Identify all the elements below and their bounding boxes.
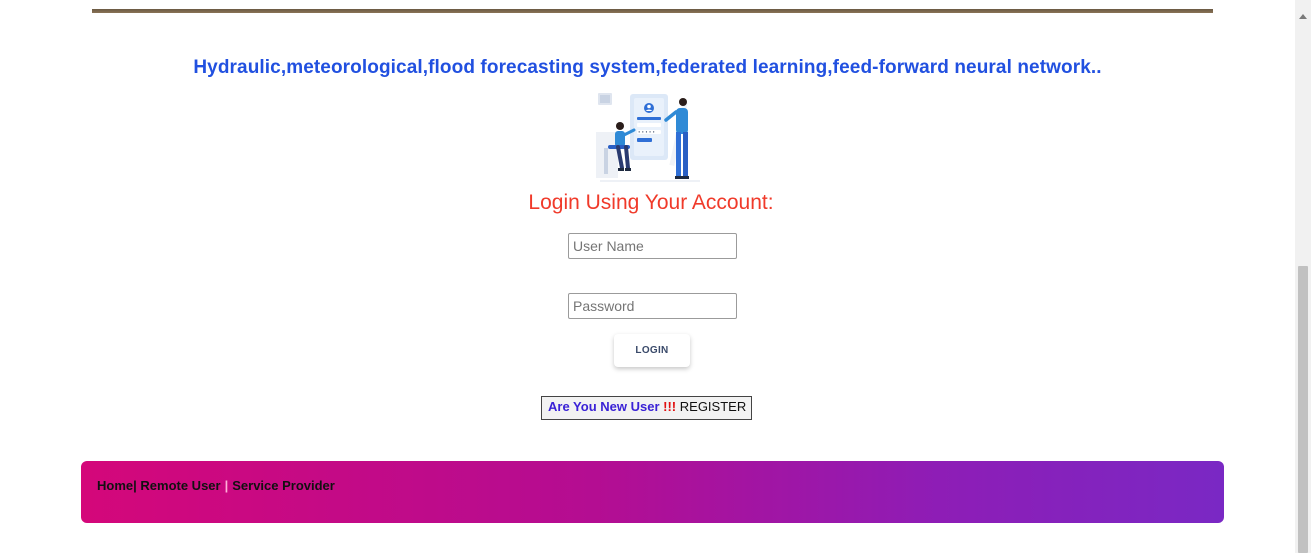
login-button[interactable]: LOGIN: [614, 334, 690, 367]
footer-nav: Home| Remote User | Service Provider: [81, 461, 1224, 523]
register-link[interactable]: REGISTER: [680, 399, 746, 414]
footer-separator: |: [224, 478, 229, 493]
top-banner-image-edge: [92, 0, 1213, 13]
scroll-up-arrow-icon[interactable]: [1299, 14, 1307, 19]
vertical-scrollbar[interactable]: [1295, 0, 1311, 553]
footer-link-home[interactable]: Home: [97, 478, 133, 493]
login-illustration-icon: • • • • •: [596, 93, 700, 182]
footer-link-service-provider[interactable]: Service Provider: [232, 478, 335, 493]
svg-text:• • • • •: • • • • •: [638, 130, 655, 135]
scrollbar-thumb[interactable]: [1298, 266, 1308, 553]
footer-link-remote-user[interactable]: Remote User: [140, 478, 220, 493]
password-input[interactable]: [568, 293, 737, 319]
page-headline: Hydraulic,meteorological,flood forecasti…: [193, 57, 1102, 78]
login-title: Login Using Your Account:: [528, 191, 774, 214]
new-user-exclaim: !!!: [663, 399, 677, 414]
register-link-box[interactable]: Are You New User !!! REGISTER: [541, 396, 753, 420]
username-input[interactable]: [568, 233, 737, 259]
footer-separator: |: [133, 478, 137, 493]
new-user-question: Are You New User: [548, 399, 660, 414]
